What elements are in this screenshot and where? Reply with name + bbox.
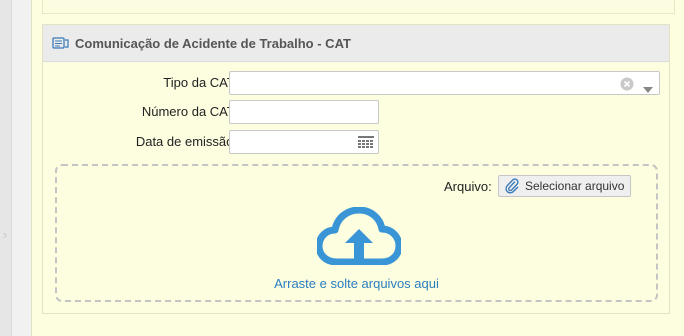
data-emissao-row: Data de emissão: (43, 130, 669, 154)
numero-cat-row: Número da CAT: (43, 100, 669, 124)
select-file-button[interactable]: Selecionar arquivo (498, 175, 631, 197)
panel-header: Comunicação de Acidente de Trabalho - CA… (43, 25, 669, 62)
paperclip-icon (505, 178, 519, 194)
tipo-cat-label: Tipo da CAT: (163, 75, 237, 90)
calendar-icon[interactable] (358, 136, 374, 148)
cloud-upload-icon (315, 206, 403, 266)
clear-icon[interactable] (620, 77, 634, 91)
form-icon (52, 36, 70, 50)
data-emissao-field (229, 130, 379, 154)
left-sidebar-strip (0, 0, 12, 336)
file-dropzone[interactable]: Arquivo: Selecionar arquivo Arraste e so… (55, 164, 658, 302)
content-area: Comunicação de Acidente de Trabalho - CA… (31, 0, 684, 336)
panel-title: Comunicação de Acidente de Trabalho - CA… (75, 35, 351, 51)
select-file-label: Selecionar arquivo (525, 179, 625, 193)
arquivo-label: Arquivo: (444, 179, 492, 194)
cat-panel: Comunicação de Acidente de Trabalho - CA… (42, 24, 670, 314)
tipo-cat-select[interactable] (229, 71, 660, 95)
data-emissao-input[interactable] (229, 130, 379, 154)
numero-cat-label: Número da CAT: (141, 104, 237, 119)
previous-section (42, 0, 675, 14)
tipo-cat-row: Tipo da CAT: (43, 71, 669, 95)
drop-instructions: Arraste e solte arquivos aqui (274, 276, 439, 291)
chevron-down-icon[interactable] (643, 81, 653, 93)
data-emissao-label: Data de emissão: (135, 134, 237, 149)
chevron-right-icon[interactable]: › (0, 226, 10, 244)
numero-cat-input[interactable] (229, 100, 379, 124)
